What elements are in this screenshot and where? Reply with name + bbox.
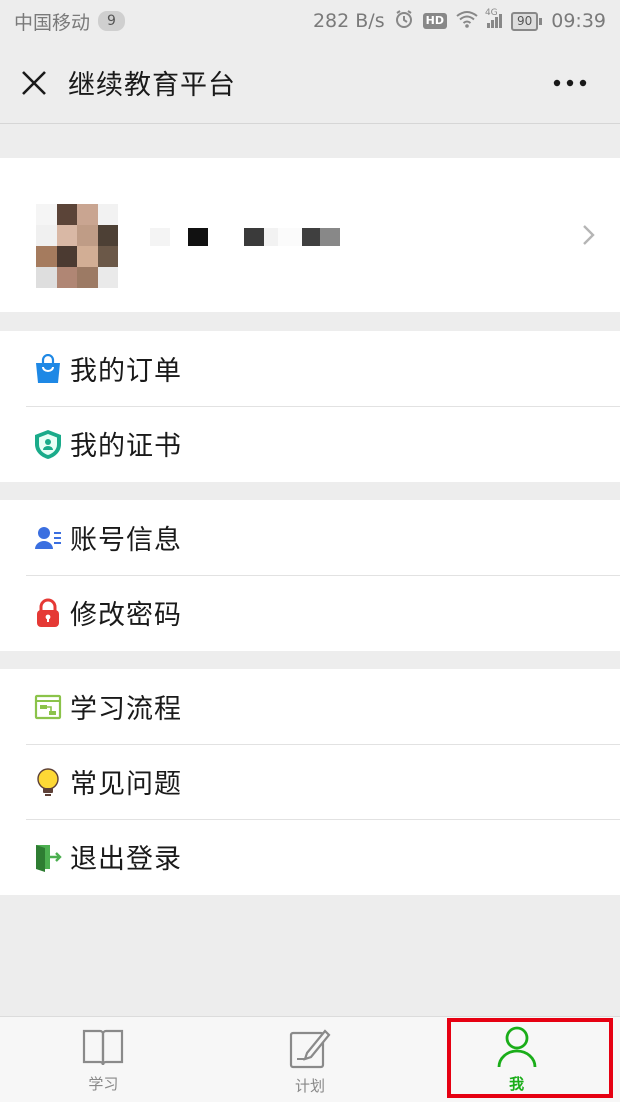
menu-item-account-info[interactable]: 账号信息 bbox=[0, 500, 620, 575]
shopping-bag-icon bbox=[34, 353, 62, 384]
tab-label: 计划 bbox=[295, 1077, 326, 1095]
tab-study[interactable]: 学习 bbox=[0, 1017, 207, 1102]
close-icon bbox=[22, 70, 46, 95]
menu-group-help: 学习流程 常见问题 退出登录 bbox=[0, 669, 620, 895]
notification-badge: 9 bbox=[98, 11, 125, 31]
menu-item-label: 退出登录 bbox=[70, 844, 182, 875]
menu-item-label: 修改密码 bbox=[70, 600, 182, 631]
hd-icon: HD bbox=[422, 13, 447, 29]
menu-item-my-certificates[interactable]: 我的证书 bbox=[0, 406, 620, 481]
menu-item-label: 账号信息 bbox=[70, 525, 182, 556]
wifi-icon bbox=[456, 10, 478, 33]
account-info-icon bbox=[34, 523, 62, 553]
tab-label: 学习 bbox=[88, 1075, 119, 1093]
network-speed: 282 B/s bbox=[312, 10, 385, 32]
status-left: 中国移动 9 bbox=[14, 8, 125, 35]
title-bar: 继续教育平台 bbox=[0, 42, 620, 124]
page-title: 继续教育平台 bbox=[68, 70, 236, 101]
menu-item-change-password[interactable]: 修改密码 bbox=[0, 575, 620, 650]
carrier-name: 中国移动 bbox=[14, 11, 91, 34]
menu-item-my-orders[interactable]: 我的订单 bbox=[0, 331, 620, 406]
more-button[interactable] bbox=[542, 70, 598, 96]
flowchart-icon bbox=[34, 692, 62, 722]
lightbulb-icon bbox=[34, 767, 62, 797]
network-type-label: 4G bbox=[484, 8, 498, 18]
menu-item-label: 我的订单 bbox=[70, 356, 182, 387]
signal-icon: 4G bbox=[485, 8, 502, 28]
tab-plan[interactable]: 计划 bbox=[207, 1017, 414, 1102]
alarm-icon bbox=[394, 9, 414, 34]
avatar bbox=[36, 204, 118, 288]
clock-time: 09:39 bbox=[551, 10, 606, 32]
annotation-highlight-box bbox=[447, 1018, 613, 1098]
menu-item-learning-process[interactable]: 学习流程 bbox=[0, 669, 620, 744]
menu-item-label: 常见问题 bbox=[70, 769, 182, 800]
status-right: 282 B/s HD 4G 90 09:39 bbox=[312, 8, 606, 34]
menu-group-orders: 我的订单 我的证书 bbox=[0, 331, 620, 482]
profile-card[interactable] bbox=[0, 158, 620, 312]
username-redacted bbox=[150, 228, 340, 246]
menu-item-label: 学习流程 bbox=[70, 694, 182, 725]
plan-edit-icon bbox=[289, 1029, 331, 1069]
menu-item-faq[interactable]: 常见问题 bbox=[0, 744, 620, 819]
menu-group-account: 账号信息 修改密码 bbox=[0, 500, 620, 651]
status-bar: 中国移动 9 282 B/s HD 4G 90 09:39 bbox=[0, 0, 620, 42]
book-icon bbox=[83, 1029, 124, 1066]
menu-item-logout[interactable]: 退出登录 bbox=[0, 819, 620, 894]
battery-icon: 90 bbox=[510, 11, 543, 31]
menu-item-label: 我的证书 bbox=[70, 431, 182, 462]
lock-icon bbox=[34, 598, 62, 628]
close-button[interactable] bbox=[0, 42, 68, 124]
chevron-right-icon bbox=[583, 225, 595, 245]
certificate-shield-icon bbox=[34, 429, 62, 459]
more-dots-icon bbox=[553, 79, 587, 87]
exit-door-icon bbox=[34, 842, 62, 872]
